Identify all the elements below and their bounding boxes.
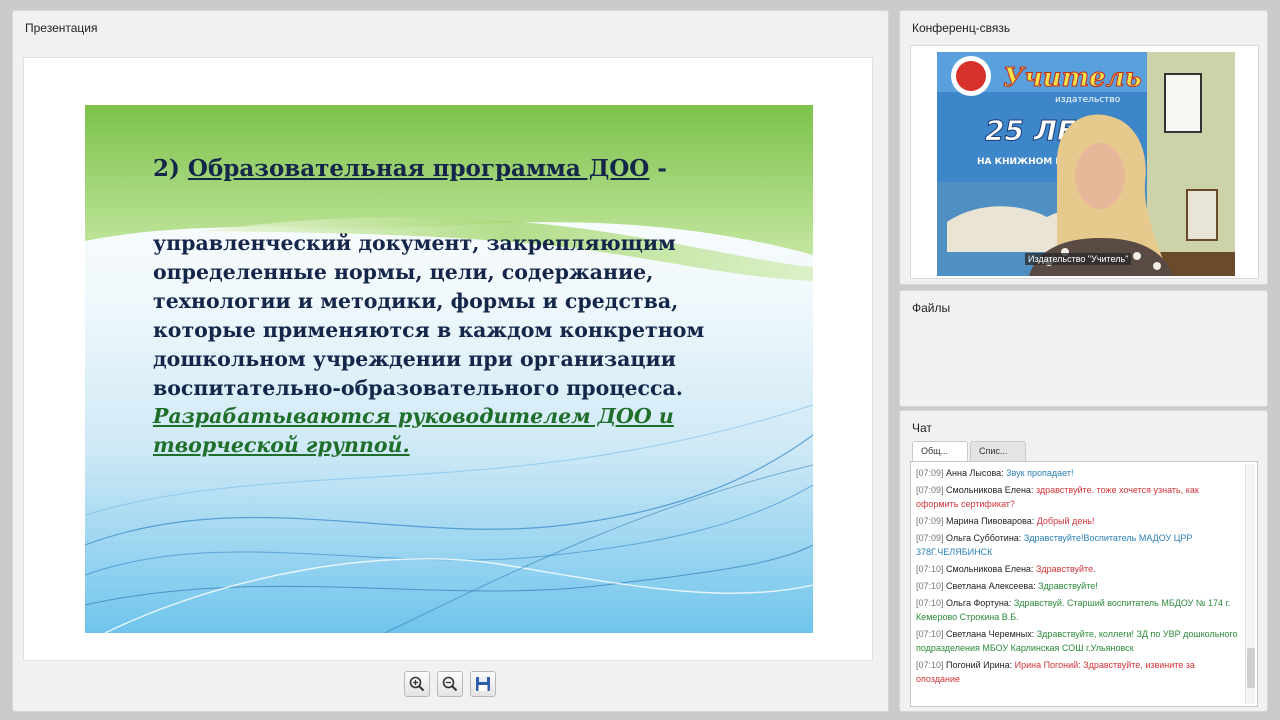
chat-scrollbar[interactable] (1245, 464, 1255, 704)
conference-panel: Конференц-связь Учитель издательство 25 … (899, 10, 1268, 285)
chat-message: [07:09] Анна Лысова: Звук пропадает! (916, 466, 1241, 480)
chat-message: [07:09] Ольга Субботина: Здравствуйте!Во… (916, 531, 1241, 559)
slide-body-line: которые применяются в каждом конкретном (153, 318, 705, 342)
chat-log[interactable]: [07:09] Анна Лысова: Звук пропадает! [07:… (910, 461, 1258, 707)
chat-message-time: [07:09] (916, 516, 947, 526)
chat-message: [07:10] Ольга Фортуна: Здравствуй. Старш… (916, 596, 1241, 624)
slide-emphasis-line: Разрабатываются руководителем ДОО и (153, 404, 674, 428)
chat-message-text: Звук пропадает! (1006, 468, 1074, 478)
files-title: Файлы (912, 301, 951, 315)
chat-message-author: Светлана Алексеева: (946, 581, 1039, 591)
chat-message: [07:10] Погоний Ирина: Ирина Погоний: Зд… (916, 658, 1241, 686)
chat-message-text: Здравствуйте! (1038, 581, 1098, 591)
slide-body-line: воспитательно-образовательного процесса. (153, 376, 683, 400)
video-stream[interactable]: Учитель издательство 25 ЛЕТ НА КНИЖНОМ Р… (937, 52, 1235, 276)
floppy-disk-icon (476, 677, 490, 691)
video-frame: Учитель издательство 25 ЛЕТ НА КНИЖНОМ Р… (910, 45, 1259, 279)
slide: 2) Образовательная программа ДОО - управ… (85, 105, 813, 633)
chat-title: Чат (912, 421, 932, 435)
chat-messages: [07:09] Анна Лысова: Звук пропадает! [07:… (916, 466, 1241, 689)
slide-area: 2) Образовательная программа ДОО - управ… (23, 57, 873, 661)
chat-message-author: Погоний Ирина: (946, 660, 1015, 670)
chat-message-time: [07:10] (916, 598, 947, 608)
chat-message-author: Анна Лысова: (946, 468, 1007, 478)
chat-message-author: Светлана Черемных: (946, 629, 1037, 639)
zoom-in-button[interactable] (404, 671, 430, 697)
slide-body-line: определенные нормы, цели, содержание, (153, 260, 654, 284)
chat-message-time: [07:10] (916, 660, 947, 670)
presentation-panel: Презентация 2) Образовательная программа… (12, 10, 889, 712)
slide-body-line: управленческий документ, закрепляющим (153, 231, 676, 255)
slide-emphasis-line: творческой группой. (153, 433, 410, 457)
slide-heading-suffix: - (649, 155, 667, 182)
tab-participants-list[interactable]: Спис... (970, 441, 1026, 461)
chat-message-author: Ольга Фортуна: (946, 598, 1014, 608)
chat-message-author: Ольга Субботина: (946, 533, 1024, 543)
chat-message-text: Здравствуйте. (1035, 564, 1096, 574)
slide-body-line: дошкольном учреждении при организации (153, 347, 676, 371)
zoom-in-icon (409, 676, 425, 692)
chat-message-time: [07:09] (916, 468, 947, 478)
svg-text:Учитель: Учитель (1003, 63, 1142, 93)
chat-message-time: [07:10] (916, 629, 947, 639)
chat-message-time: [07:09] (916, 485, 947, 495)
conference-title: Конференц-связь (912, 21, 1011, 35)
chat-message: [07:10] Светлана Алексеева: Здравствуйте… (916, 579, 1241, 593)
chat-message-time: [07:10] (916, 581, 947, 591)
files-panel: Файлы (899, 290, 1268, 407)
chat-message: [07:09] Марина Пивоварова: Добрый день! (916, 514, 1241, 528)
presentation-title: Презентация (25, 21, 98, 35)
chat-message: [07:10] Смольникова Елена: Здравствуйте. (916, 562, 1241, 576)
chat-message: [07:09] Смольникова Елена: здравствуйте.… (916, 483, 1241, 511)
chat-message-author: Смольникова Елена: (946, 564, 1036, 574)
slide-body-line: технологии и методики, формы и средства, (153, 289, 679, 313)
tab-general[interactable]: Общ... (912, 441, 968, 461)
slide-body: управленческий документ, закрепляющим оп… (153, 229, 793, 403)
slide-heading: 2) Образовательная программа ДОО - (153, 155, 773, 182)
video-caption: Издательство "Учитель" (1025, 253, 1132, 265)
zoom-out-button[interactable] (437, 671, 463, 697)
chat-scrollbar-thumb[interactable] (1247, 648, 1255, 688)
svg-text:издательство: издательство (1055, 95, 1121, 105)
chat-message-author: Марина Пивоварова: (946, 516, 1037, 526)
zoom-out-icon (442, 676, 458, 692)
chat-panel: Чат Общ... Спис... [07:09] Анна Лысова: … (899, 410, 1268, 712)
chat-message-time: [07:09] (916, 533, 947, 543)
chat-message-text: Добрый день! (1036, 516, 1095, 526)
chat-message: [07:10] Светлана Черемных: Здравствуйте,… (916, 627, 1241, 655)
chat-message-time: [07:10] (916, 564, 947, 574)
save-button[interactable] (470, 671, 496, 697)
slide-emphasis: Разрабатываются руководителем ДОО и твор… (153, 402, 793, 460)
slide-heading-prefix: 2) (153, 155, 188, 182)
slide-heading-main: Образовательная программа ДОО (187, 155, 650, 182)
chat-message-author: Смольникова Елена: (946, 485, 1036, 495)
video-image: Учитель издательство 25 ЛЕТ НА КНИЖНОМ Р… (937, 52, 1235, 276)
